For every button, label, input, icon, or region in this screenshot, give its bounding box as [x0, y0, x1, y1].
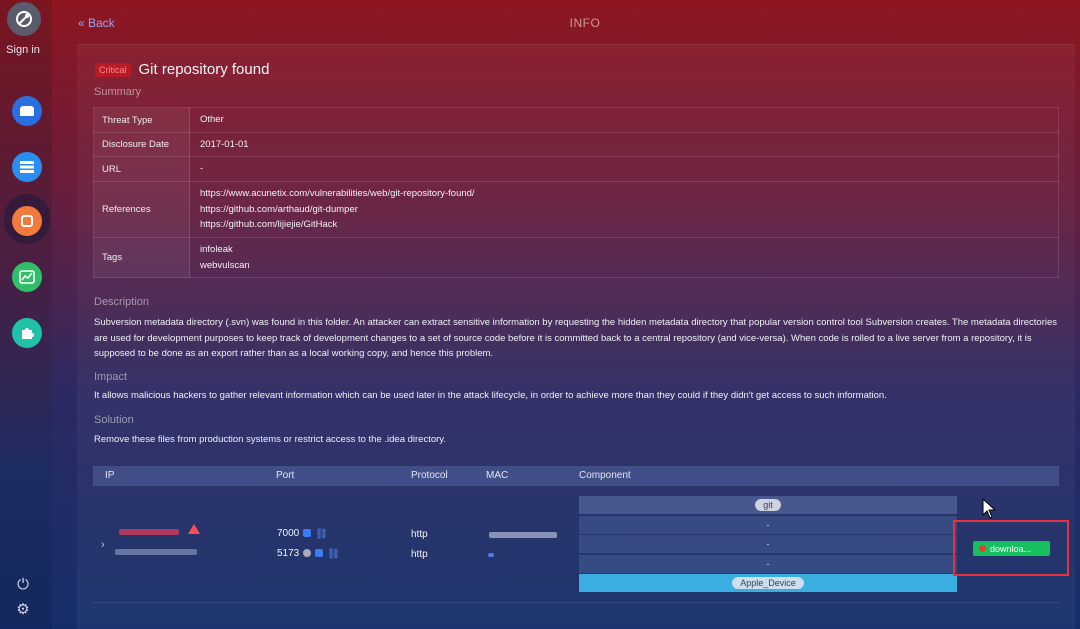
component-label: Apple_Device	[740, 578, 796, 588]
port-number: 5173	[277, 548, 300, 559]
protocol-value: http	[411, 549, 428, 560]
component-tag[interactable]: git	[755, 499, 781, 511]
download-icon	[979, 545, 986, 552]
expand-chevron-icon[interactable]: ›	[101, 539, 105, 551]
column-header-component: Component	[579, 470, 631, 481]
summary-key: References	[93, 181, 190, 238]
divider	[93, 602, 1059, 603]
port-number: 7000	[277, 528, 300, 539]
host-table-header: IP Port Protocol MAC Component	[93, 466, 1059, 486]
sidebar-item-chart[interactable]	[12, 262, 42, 292]
page-title: INFO	[569, 16, 601, 30]
summary-value: https://www.acunetix.com/vulnerabilities…	[189, 181, 1059, 238]
port-info-icon[interactable]	[315, 549, 324, 558]
chart-icon	[19, 270, 35, 284]
component-row: Apple_Device	[579, 574, 957, 592]
tag: webvulscan	[200, 259, 250, 271]
severity-badge: Critical	[95, 62, 131, 77]
impact-heading: Impact	[94, 371, 128, 383]
download-label: downloa...	[990, 543, 1032, 554]
download-button[interactable]: downloa...	[973, 541, 1050, 556]
summary-value: -	[189, 156, 1059, 182]
summary-table: Threat Type Other Disclosure Date 2017-0…	[93, 107, 1059, 278]
summary-value: infoleak webvulscan	[189, 237, 1059, 278]
sidebar-item-puzzle[interactable]	[12, 318, 42, 348]
protocol-value: http	[411, 529, 428, 540]
table-row: Threat Type Other	[93, 107, 1059, 133]
component-tag[interactable]: Apple_Device	[732, 577, 804, 589]
description-heading: Description	[94, 296, 150, 308]
column-header-ip: IP	[105, 470, 115, 481]
solution-heading: Solution	[94, 414, 134, 426]
summary-key: Disclosure Date	[93, 132, 190, 157]
summary-value: Other	[189, 107, 1059, 133]
list-icon	[20, 161, 34, 173]
power-icon[interactable]: ⏻	[14, 576, 32, 594]
description-text: Subversion metadata directory (.svn) was…	[94, 317, 1058, 359]
port-value: 5173 ⛓	[277, 548, 340, 560]
column-header-protocol: Protocol	[411, 470, 448, 481]
summary-value: 2017-01-01	[189, 132, 1059, 157]
redacted-mac	[489, 532, 557, 538]
vuln-title: Git repository found	[138, 61, 270, 78]
info-panel: Critical Git repository found Summary Th…	[77, 44, 1075, 629]
redacted-ip	[119, 529, 179, 535]
bug-icon	[21, 215, 33, 227]
sidebar-item-bug[interactable]	[12, 206, 42, 236]
link-icon[interactable]: ⛓	[327, 549, 340, 560]
vuln-header: Critical Git repository found	[95, 61, 269, 78]
link-icon[interactable]: ⛓	[315, 529, 328, 540]
port-info-icon[interactable]	[303, 529, 312, 538]
component-row: -	[579, 535, 957, 553]
gear-icon[interactable]: ⚙	[14, 601, 32, 619]
port-value: 7000 ⛓	[277, 528, 328, 540]
sidebar-item-hat[interactable]	[12, 96, 42, 126]
table-row: Tags infoleak webvulscan	[93, 237, 1059, 278]
reference-link[interactable]: https://www.acunetix.com/vulnerabilities…	[200, 186, 1048, 202]
redacted-mac	[488, 553, 494, 557]
summary-key: URL	[93, 156, 190, 182]
sidebar-item-list[interactable]	[12, 152, 42, 182]
impact-text: It allows malicious hackers to gather re…	[94, 390, 887, 401]
summary-key: Tags	[93, 237, 190, 278]
summary-heading: Summary	[94, 86, 142, 98]
redacted-hostname	[115, 549, 197, 555]
mouse-cursor-icon	[982, 498, 997, 519]
component-row: -	[579, 555, 957, 573]
column-header-mac: MAC	[486, 470, 509, 481]
hat-icon	[20, 106, 34, 116]
table-row: References https://www.acunetix.com/vuln…	[93, 181, 1059, 238]
component-row: git	[579, 496, 957, 514]
component-row: -	[579, 516, 957, 534]
puzzle-icon	[22, 328, 34, 339]
reference-link[interactable]: https://github.com/lijiejie/GitHack	[200, 217, 1048, 233]
summary-key: Threat Type	[93, 107, 190, 133]
globe-icon[interactable]	[303, 549, 312, 558]
sign-in-link[interactable]: Sign in	[0, 44, 46, 56]
table-row: Disclosure Date 2017-01-01	[93, 132, 1059, 157]
warning-icon	[188, 524, 200, 534]
column-header-port: Port	[276, 470, 295, 481]
tag: infoleak	[200, 244, 233, 255]
solution-text: Remove these files from production syste…	[94, 434, 446, 445]
reference-link[interactable]: https://github.com/arthaud/git-dumper	[200, 202, 1048, 218]
table-row: URL -	[93, 156, 1059, 182]
sidebar: Sign in ⏻ ⚙	[0, 0, 52, 629]
